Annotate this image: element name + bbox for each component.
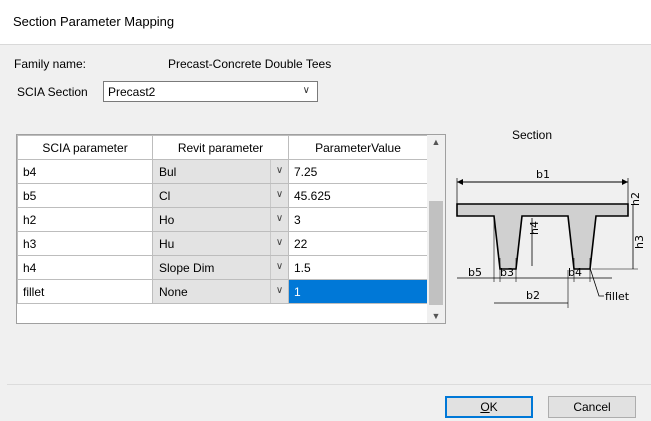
parameter-grid: SCIA parameter Revit parameter Parameter… <box>16 134 446 324</box>
revit-param-dropdown[interactable]: Hu ∨ <box>152 231 289 256</box>
cancel-button[interactable]: Cancel <box>548 396 636 418</box>
scroll-down-icon[interactable]: ▼ <box>427 311 445 321</box>
scia-param-cell[interactable]: fillet <box>17 279 153 304</box>
b5-label: b5 <box>468 266 482 279</box>
chevron-down-icon[interactable]: ∨ <box>270 232 288 255</box>
b3-label: b3 <box>500 266 514 279</box>
ok-label: K <box>489 400 498 414</box>
table-row[interactable]: h2 Ho ∨ 3 <box>17 207 428 232</box>
h3-label: h3 <box>633 235 646 249</box>
parameter-table: SCIA parameter Revit parameter Parameter… <box>17 135 428 304</box>
b1-label: b1 <box>536 168 550 181</box>
h2-label: h2 <box>629 192 642 206</box>
table-row[interactable]: fillet None ∨ 1 <box>17 279 428 304</box>
section-parameter-mapping-dialog: Section Parameter Mapping Family name: P… <box>0 0 651 421</box>
dialog-title: Section Parameter Mapping <box>13 14 175 29</box>
arrow-icon <box>622 179 628 185</box>
scia-section-value: Precast2 <box>108 85 156 99</box>
revit-param-dropdown[interactable]: Cl ∨ <box>152 183 289 208</box>
chevron-down-icon[interactable]: ∨ <box>270 208 288 231</box>
chevron-down-icon[interactable]: ∨ <box>270 184 288 207</box>
b4-label: b4 <box>568 266 582 279</box>
parameter-value-cell[interactable]: 7.25 <box>288 159 428 184</box>
column-header-revit[interactable]: Revit parameter <box>152 135 289 160</box>
scroll-up-icon[interactable]: ▲ <box>427 137 445 147</box>
h4-label: h4 <box>528 221 541 235</box>
revit-param-value: Hu <box>159 237 175 251</box>
table-row[interactable]: h4 Slope Dim ∨ 1.5 <box>17 255 428 280</box>
scia-section-label: SCIA Section <box>17 85 88 99</box>
family-name-value: Precast-Concrete Double Tees <box>168 57 332 71</box>
parameter-value-cell[interactable]: 3 <box>288 207 428 232</box>
fillet-label: fillet <box>605 290 630 303</box>
revit-param-value: None <box>159 285 188 299</box>
column-header-value[interactable]: ParameterValue <box>288 135 428 160</box>
revit-param-dropdown[interactable]: Ho ∨ <box>152 207 289 232</box>
scrollbar-thumb[interactable] <box>429 201 443 305</box>
chevron-down-icon[interactable]: ∨ <box>270 280 288 303</box>
revit-param-value: Slope Dim <box>159 261 215 275</box>
ok-button[interactable]: OK <box>445 396 533 418</box>
b2-label: b2 <box>526 289 540 302</box>
scia-section-select[interactable]: Precast2 ∨ <box>103 81 318 102</box>
scia-param-cell[interactable]: b5 <box>17 183 153 208</box>
ok-accelerator: O <box>480 400 490 414</box>
scia-param-cell[interactable]: h4 <box>17 255 153 280</box>
parameter-value-cell[interactable]: 22 <box>288 231 428 256</box>
chevron-down-icon[interactable]: ∨ <box>270 256 288 279</box>
arrow-icon <box>457 179 463 185</box>
table-row[interactable]: b4 Bul ∨ 7.25 <box>17 159 428 184</box>
chevron-down-icon[interactable]: ∨ <box>303 85 310 96</box>
parameter-value-cell[interactable]: 1.5 <box>288 255 428 280</box>
revit-param-dropdown[interactable]: Slope Dim ∨ <box>152 255 289 280</box>
double-tee-section-diagram: b1 h2 h3 h4 b5 b3 b4 b2 fillet <box>456 168 646 308</box>
parameter-value-cell[interactable]: 45.625 <box>288 183 428 208</box>
table-row[interactable]: b5 Cl ∨ 45.625 <box>17 183 428 208</box>
section-panel-title: Section <box>512 128 553 142</box>
scia-param-cell[interactable]: b4 <box>17 159 153 184</box>
column-header-scia[interactable]: SCIA parameter <box>17 135 153 160</box>
revit-param-value: Bul <box>159 165 177 179</box>
button-separator <box>7 384 651 385</box>
vertical-scrollbar[interactable]: ▲ ▼ <box>427 135 445 323</box>
double-tee-shape <box>456 203 629 270</box>
revit-param-value: Ho <box>159 213 175 227</box>
table-header-row: SCIA parameter Revit parameter Parameter… <box>17 135 428 160</box>
family-name-label: Family name: <box>14 57 87 71</box>
parameter-value-cell[interactable]: 1 <box>288 279 428 304</box>
table-row[interactable]: h3 Hu ∨ 22 <box>17 231 428 256</box>
revit-param-value: Cl <box>159 189 171 203</box>
title-bar: Section Parameter Mapping <box>0 0 651 45</box>
fillet-leader-line <box>589 267 604 297</box>
chevron-down-icon[interactable]: ∨ <box>270 160 288 183</box>
revit-param-dropdown[interactable]: Bul ∨ <box>152 159 289 184</box>
scia-param-cell[interactable]: h2 <box>17 207 153 232</box>
revit-param-dropdown[interactable]: None ∨ <box>152 279 289 304</box>
scia-param-cell[interactable]: h3 <box>17 231 153 256</box>
